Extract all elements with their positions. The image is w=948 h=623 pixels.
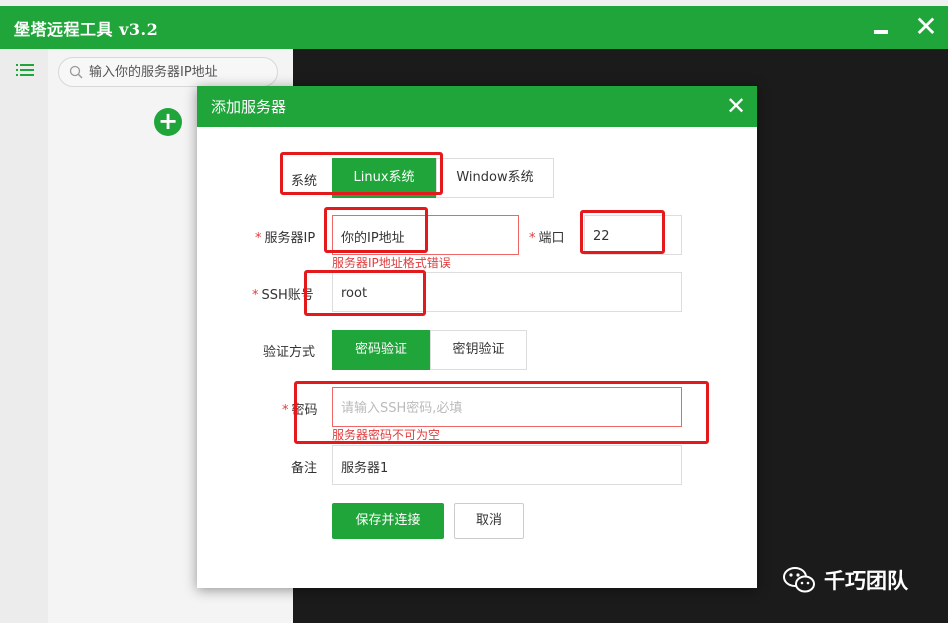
server-ip-label-text: 服务器IP [264,231,316,246]
sidebar-icon-column [0,49,48,623]
note-label: 备注 [291,461,318,476]
password-error: 服务器密码不可为空 [332,428,441,442]
note-field[interactable] [332,445,682,485]
linux-system-button[interactable]: Linux系统 [332,158,436,198]
add-server-dialog: 添加服务器 ✕ 系统 Linux系统 Window系统 *服务器IP 服务器IP… [197,86,757,588]
ssh-account-input[interactable] [341,283,655,303]
minimize-icon[interactable] [874,30,888,34]
save-connect-button[interactable]: 保存并连接 [332,503,444,539]
search-icon [69,65,83,79]
title-bar: 堡塔远程工具 v3.2 ✕ [0,6,948,49]
server-ip-error: 服务器IP地址格式错误 [332,256,451,270]
wechat-icon [783,567,815,593]
dialog-title: 添加服务器 [211,98,287,116]
app-title: 堡塔远程工具 v3.2 [14,20,159,39]
port-label-text: 端口 [538,231,565,246]
required-mark: * [529,231,536,246]
port-label: * 端口 [529,227,565,246]
dialog-header: 添加服务器 ✕ [197,86,757,127]
required-mark: * [282,403,289,418]
port-field[interactable] [584,215,682,255]
password-label: * 密码 [282,399,318,418]
cancel-button[interactable]: 取消 [454,503,524,539]
windows-system-button[interactable]: Window系统 [436,158,554,198]
watermark: 千巧团队 [782,562,908,598]
ssh-account-label-text: SSH账号 [261,288,314,303]
server-search-input[interactable] [89,62,269,82]
close-icon[interactable]: ✕ [725,94,747,118]
server-ip-input[interactable] [341,226,508,246]
watermark-text: 千巧团队 [824,569,908,593]
list-icon[interactable] [16,63,34,77]
server-ip-field[interactable] [332,215,519,255]
port-input[interactable] [593,226,680,246]
ssh-account-field[interactable] [332,272,682,312]
ssh-account-label: * SSH账号 [252,284,314,303]
auth-method-label: 验证方式 [263,345,316,360]
server-search-box[interactable] [58,57,278,87]
password-field[interactable] [332,387,682,427]
system-label: 系统 [291,174,318,189]
server-ip-label: * 服务器IP [255,227,315,246]
key-auth-button[interactable]: 密钥验证 [430,330,527,370]
add-server-button[interactable]: + [154,108,182,136]
note-input[interactable] [341,456,655,476]
required-mark: * [252,288,259,303]
password-label-text: 密码 [291,403,318,418]
required-mark: * [255,231,262,246]
password-input[interactable] [341,398,655,418]
password-auth-button[interactable]: 密码验证 [332,330,430,370]
close-icon[interactable]: ✕ [912,12,940,42]
plus-circle-icon: + [157,107,179,135]
